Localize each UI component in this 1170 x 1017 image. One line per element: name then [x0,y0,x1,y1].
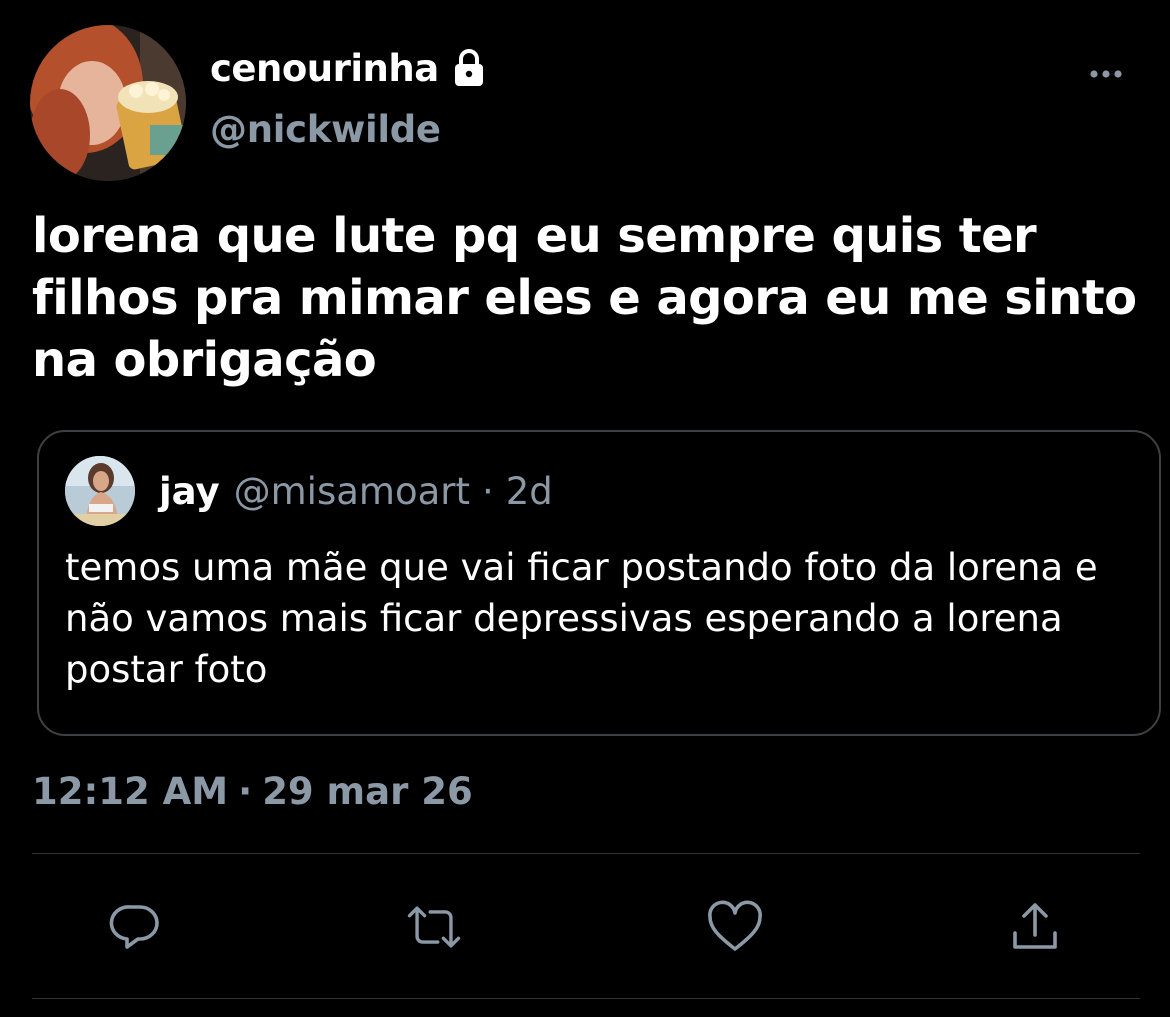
lock-icon [447,46,491,90]
quoted-author-handle[interactable]: @misamoart [234,470,470,513]
quoted-author-avatar [65,456,135,526]
like-button[interactable] [703,895,767,959]
timestamp-separator: · [238,770,253,813]
quoted-author-name[interactable]: jay [159,470,220,513]
author-display-name[interactable]: cenourinha [210,47,439,90]
timestamp-time: 12:12 AM [32,770,229,813]
tweet-timestamp[interactable]: 12:12 AM · 29 mar 26 [32,770,473,813]
reply-button[interactable] [103,895,167,959]
action-bar [0,895,1170,959]
author-name-row: cenourinha [210,42,491,94]
author-handle[interactable]: @nickwilde [210,108,441,151]
tweet: cenourinha @nickwilde lorena que lute pq… [0,0,1170,1017]
quoted-tweet-card[interactable]: jay @misamoart · 2d temos uma mãe que va… [37,430,1161,736]
avatar-photo [65,456,135,526]
avatar-photo [30,25,186,181]
retweet-button[interactable] [402,895,466,959]
share-icon [1013,903,1057,949]
quoted-tweet-text: temos uma mãe que vai ficar postando fot… [65,546,1098,691]
tweet-text: lorena que lute pq eu sempre quis ter fi… [32,208,1137,388]
share-button[interactable] [1003,895,1067,959]
quoted-separator: · [482,470,494,513]
reply-icon [109,905,159,949]
quoted-tweet-header: jay @misamoart · 2d [159,470,553,513]
retweet-icon [407,906,461,948]
like-icon [708,900,762,951]
quoted-time[interactable]: 2d [506,470,553,513]
more-icon[interactable] [1082,58,1130,90]
timestamp-date: 29 mar 26 [262,770,473,813]
author-avatar[interactable] [30,25,186,181]
divider-top [32,853,1140,854]
divider-bottom [32,998,1140,999]
